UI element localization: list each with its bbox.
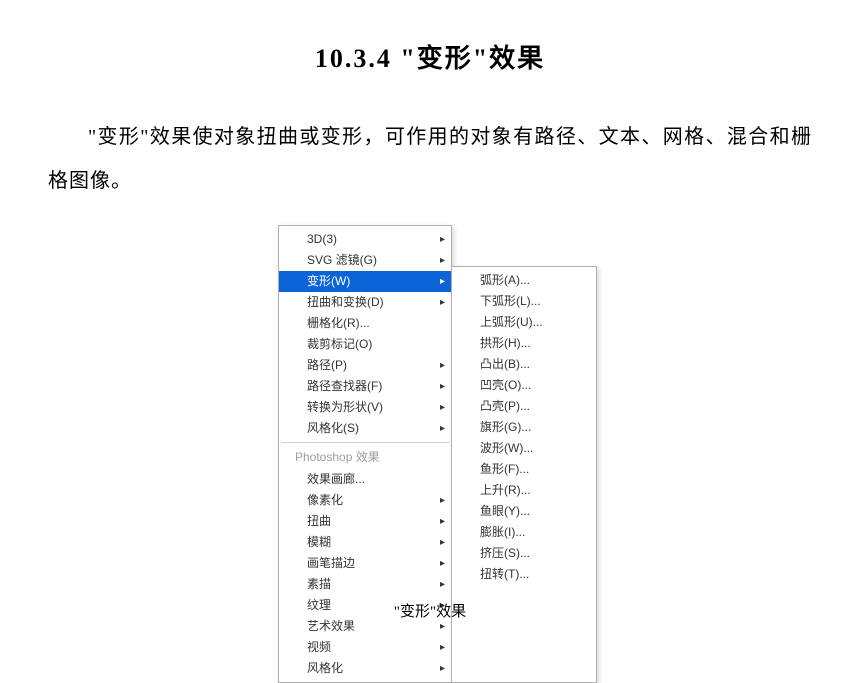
- menu-item[interactable]: 画笔描边: [279, 553, 451, 574]
- menu-item[interactable]: 转换为形状(V): [279, 397, 451, 418]
- menu-item[interactable]: 鱼形(F)...: [452, 459, 596, 480]
- menu-item[interactable]: 裁剪标记(O): [279, 334, 451, 355]
- menu-item[interactable]: 扭转(T)...: [452, 564, 596, 585]
- menu-item[interactable]: 弧形(A)...: [452, 270, 596, 291]
- body-paragraph: "变形"效果使对象扭曲或变形，可作用的对象有路径、文本、网格、混合和栅格图像。: [0, 75, 860, 203]
- menu-item[interactable]: 路径(P): [279, 355, 451, 376]
- menu-item[interactable]: 路径查找器(F): [279, 376, 451, 397]
- menu-item[interactable]: 模糊: [279, 532, 451, 553]
- menu-item[interactable]: 凹壳(O)...: [452, 375, 596, 396]
- menu-item[interactable]: 鱼眼(Y)...: [452, 501, 596, 522]
- menu-item[interactable]: 风格化(S): [279, 418, 451, 439]
- menu-divider: [281, 442, 449, 443]
- menu-item[interactable]: 素描: [279, 574, 451, 595]
- menu-item[interactable]: 风格化: [279, 658, 451, 679]
- menu-item[interactable]: 扭曲: [279, 511, 451, 532]
- figure-caption: "变形"效果: [0, 600, 860, 621]
- menu-item[interactable]: 凸壳(P)...: [452, 396, 596, 417]
- menu-item[interactable]: 像素化: [279, 490, 451, 511]
- menu-item[interactable]: 变形(W): [279, 271, 451, 292]
- menu-item[interactable]: 扭曲和变换(D): [279, 292, 451, 313]
- menu-item[interactable]: SVG 滤镜(G): [279, 250, 451, 271]
- page-title: 10.3.4 "变形"效果: [0, 0, 860, 75]
- menu-item[interactable]: 上弧形(U)...: [452, 312, 596, 333]
- menu-item[interactable]: 下弧形(L)...: [452, 291, 596, 312]
- menu-item[interactable]: 拱形(H)...: [452, 333, 596, 354]
- menu-item[interactable]: 3D(3): [279, 229, 451, 250]
- menu-item[interactable]: 膨胀(I)...: [452, 522, 596, 543]
- body-text-content: "变形"效果使对象扭曲或变形，可作用的对象有路径、文本、网格、混合和栅格图像。: [48, 126, 812, 192]
- menu-item[interactable]: 栅格化(R)...: [279, 313, 451, 334]
- menu-item[interactable]: 视频: [279, 637, 451, 658]
- menu-item[interactable]: 旗形(G)...: [452, 417, 596, 438]
- menu-item[interactable]: 波形(W)...: [452, 438, 596, 459]
- menu-item[interactable]: 上升(R)...: [452, 480, 596, 501]
- menu-item[interactable]: 凸出(B)...: [452, 354, 596, 375]
- menu-item[interactable]: 效果画廊...: [279, 469, 451, 490]
- menu-section-label: Photoshop 效果: [279, 446, 451, 469]
- menu-item[interactable]: 挤压(S)...: [452, 543, 596, 564]
